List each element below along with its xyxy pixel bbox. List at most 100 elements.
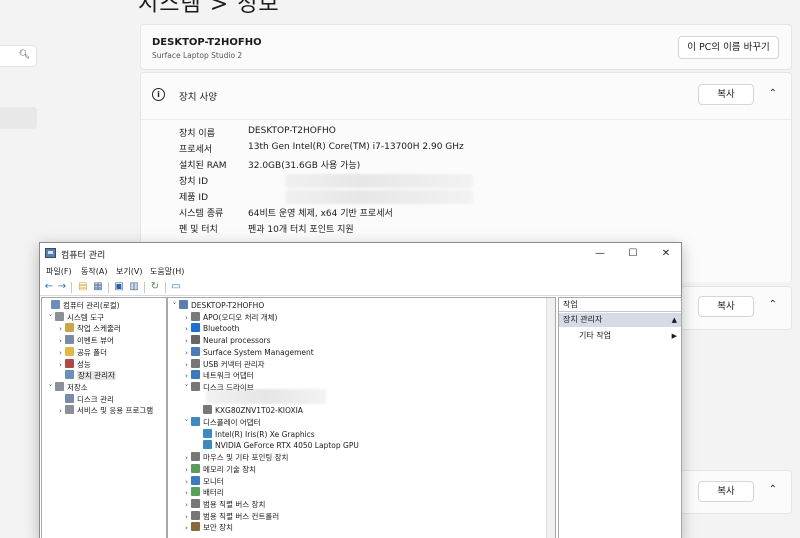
expand-right-icon[interactable]: › xyxy=(182,323,191,335)
tree-item[interactable]: › 네트워크 어댑터 xyxy=(182,370,254,382)
tree-item[interactable]: › Bluetooth xyxy=(182,323,239,335)
actions-more[interactable]: 기타 작업 ▶ xyxy=(579,329,677,343)
tree-item-label: 장치 관리자 xyxy=(77,371,116,381)
menu-file[interactable]: 파일(F) xyxy=(46,266,72,277)
maximize-icon[interactable]: ☐ xyxy=(622,246,644,262)
tree-item-label: 디스플레이 어댑터 xyxy=(203,418,261,427)
expand-right-icon[interactable]: › xyxy=(182,476,191,488)
close-icon[interactable]: ✕ xyxy=(655,246,677,262)
tree-item[interactable]: › 배터리 xyxy=(182,487,224,499)
computer-management-icon xyxy=(45,248,56,258)
tree-item-label: 서비스 및 응용 프로그램 xyxy=(77,406,154,416)
tree-item[interactable]: 디스크 관리 xyxy=(56,393,114,406)
expand-down-icon[interactable]: ˅ xyxy=(182,417,191,429)
vertical-scrollbar[interactable] xyxy=(546,298,555,538)
menu-help[interactable]: 도움말(H) xyxy=(150,266,184,277)
tree-item[interactable]: › 메모리 기술 장치 xyxy=(182,463,256,476)
tree-item[interactable]: ˅ DESKTOP-T2HOFHO xyxy=(170,300,264,312)
copy-spec-button[interactable]: 복사 xyxy=(698,84,754,105)
tree-item[interactable]: 장치 관리자 xyxy=(56,370,116,382)
expand-right-icon[interactable]: › xyxy=(56,359,65,371)
tree-node-icon xyxy=(191,381,200,391)
minimize-icon[interactable]: — xyxy=(589,246,611,262)
tree-item-label: Neural processors xyxy=(203,336,271,346)
tree-item[interactable]: NVIDIA GeForce RTX 4050 Laptop GPU xyxy=(194,440,359,452)
tree-item[interactable]: 컴퓨터 관리(로컬) xyxy=(42,300,120,312)
tree-item[interactable]: › 범용 직렬 버스 컨트롤러 xyxy=(182,510,279,523)
device-list-pane[interactable]: ˅ DESKTOP-T2HOFHO › APO(오디오 처리 개체) › Bluetoot… xyxy=(167,297,556,538)
device-spec-header[interactable]: i 장치 사양 복사 ⌃ xyxy=(141,73,791,119)
menu-view[interactable]: 보기(V) xyxy=(116,266,142,277)
actions-header: 작업 xyxy=(559,298,681,312)
forward-arrow-icon[interactable]: → xyxy=(56,281,68,293)
copy-support-button[interactable]: 복사 xyxy=(698,481,754,502)
help-icon[interactable]: ▣ xyxy=(113,281,125,293)
expand-right-icon[interactable]: › xyxy=(182,359,191,371)
expand-right-icon[interactable]: › xyxy=(182,347,191,359)
up-folder-icon[interactable]: ▤ xyxy=(77,281,89,293)
expand-right-icon[interactable]: › xyxy=(56,323,65,335)
refresh-icon[interactable]: ↻ xyxy=(149,281,161,293)
tree-node-icon xyxy=(191,510,200,520)
tree-node-icon xyxy=(191,463,200,473)
tree-item-label: 성능 xyxy=(77,359,91,369)
spec-key: 설치된 RAM xyxy=(179,161,227,171)
spec-key: 시스템 종류 xyxy=(179,209,224,219)
properties-icon[interactable]: ▥ xyxy=(128,281,140,293)
expand-down-icon[interactable]: ˅ xyxy=(170,300,179,312)
submenu-arrow-icon: ▶ xyxy=(671,332,677,340)
expand-right-icon[interactable]: › xyxy=(182,452,191,464)
window-titlebar[interactable]: 컴퓨터 관리 — ☐ ✕ xyxy=(40,243,681,265)
expand-right-icon[interactable]: › xyxy=(56,335,65,347)
tree-item[interactable]: › 범용 직렬 버스 장치 xyxy=(182,498,265,511)
expand-right-icon[interactable]: › xyxy=(182,335,191,347)
tree-item[interactable]: KXG80ZNV1T02-KIOXIA xyxy=(194,405,303,417)
expand-right-icon[interactable]: › xyxy=(182,487,191,499)
rename-pc-button[interactable]: 이 PC의 이름 바꾸기 xyxy=(678,36,779,59)
tree-item[interactable]: › 공유 폴더 xyxy=(56,346,107,359)
menu-action[interactable]: 동작(A) xyxy=(81,266,107,277)
tree-item[interactable]: › Surface System Management xyxy=(182,346,314,359)
expand-right-icon[interactable]: › xyxy=(56,347,65,359)
info-icon: i xyxy=(152,88,165,101)
chevron-up-icon[interactable]: ⌃ xyxy=(769,299,777,310)
tree-item[interactable]: › 모니터 xyxy=(182,475,224,488)
toolbar-separator xyxy=(108,282,109,293)
tree-item[interactable]: › 성능 xyxy=(56,358,91,371)
spec-key: 펜 및 터치 xyxy=(179,225,218,235)
monitor-icon[interactable]: ▭ xyxy=(170,281,182,293)
show-tree-icon[interactable]: ▦ xyxy=(92,281,104,293)
tree-item[interactable]: ˅ 시스템 도구 xyxy=(46,311,104,324)
expand-right-icon[interactable]: › xyxy=(182,312,191,324)
tree-item[interactable]: › USB 커넥터 관리자 xyxy=(182,358,265,371)
expand-right-icon[interactable]: › xyxy=(56,405,65,417)
expand-right-icon[interactable]: › xyxy=(182,522,191,534)
expand-down-icon[interactable]: ˅ xyxy=(46,382,55,394)
tree-item[interactable]: › 서비스 및 응용 프로그램 xyxy=(56,405,153,417)
tree-item[interactable]: Intel(R) Iris(R) Xe Graphics xyxy=(194,428,315,441)
back-arrow-icon[interactable]: ← xyxy=(43,281,55,293)
tree-item[interactable]: › 보안 장치 xyxy=(182,522,233,534)
tree-item[interactable]: › APO(오디오 처리 개체) xyxy=(182,311,277,324)
expand-right-icon[interactable]: › xyxy=(182,370,191,382)
tree-item[interactable]: ˅ 디스플레이 어댑터 xyxy=(182,417,261,429)
console-tree-pane[interactable]: 컴퓨터 관리(로컬) ˅ 시스템 도구 › 작업 스케줄러 › 이벤트 뷰어 › 공유 폴더 › 성… xyxy=(41,297,167,538)
copy-windows-spec-button[interactable]: 복사 xyxy=(698,296,754,317)
expand-down-icon[interactable]: ˅ xyxy=(46,312,55,324)
expand-right-icon[interactable]: › xyxy=(182,464,191,476)
expand-down-icon[interactable]: ˅ xyxy=(182,382,191,394)
chevron-up-icon[interactable]: ⌃ xyxy=(769,484,777,495)
expand-right-icon[interactable]: › xyxy=(182,511,191,523)
tree-item[interactable]: › Neural processors xyxy=(182,335,271,347)
expand-right-icon[interactable]: › xyxy=(182,499,191,511)
tree-item[interactable]: ˅ 저장소 xyxy=(46,381,88,394)
settings-search-box[interactable]: 🔍︎ xyxy=(0,45,37,67)
chevron-up-icon[interactable]: ⌃ xyxy=(769,88,777,99)
sidebar-selected-item[interactable] xyxy=(0,107,37,129)
tree-item[interactable]: › 작업 스케줄러 xyxy=(56,323,121,335)
actions-device-manager[interactable]: 장치 관리자 ▲ xyxy=(559,313,681,327)
tree-item[interactable]: › 마우스 및 기타 포인팅 장치 xyxy=(182,452,288,464)
tree-item-label: 네트워크 어댑터 xyxy=(203,371,254,381)
tree-item[interactable]: ˅ 디스크 드라이브 xyxy=(182,381,254,394)
tree-item[interactable]: › 이벤트 뷰어 xyxy=(56,335,114,347)
